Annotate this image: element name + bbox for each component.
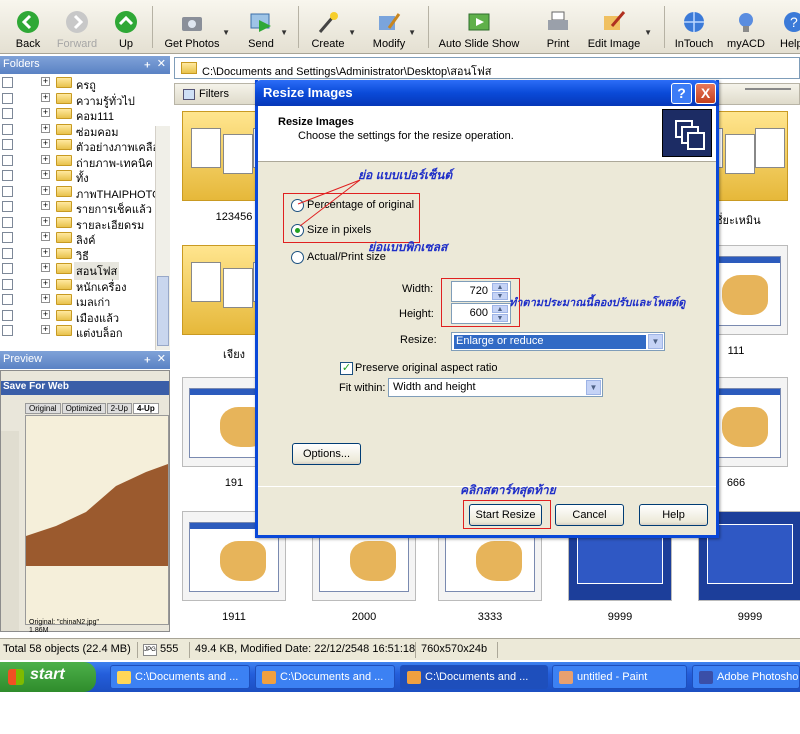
annotation-arrows — [297, 179, 361, 227]
annotation-start: คลิกสตาร์ทสุดท้าย — [460, 483, 556, 497]
annotation-size: ทำตามประมาณนี้ลองปรับและโพสต์ดู — [509, 297, 686, 309]
annotation-percent: ย่อ แบบเปอร์เซ็นต์ — [358, 168, 453, 182]
annotation-pixels: ย่อแบบพิกเซลส — [368, 240, 448, 254]
